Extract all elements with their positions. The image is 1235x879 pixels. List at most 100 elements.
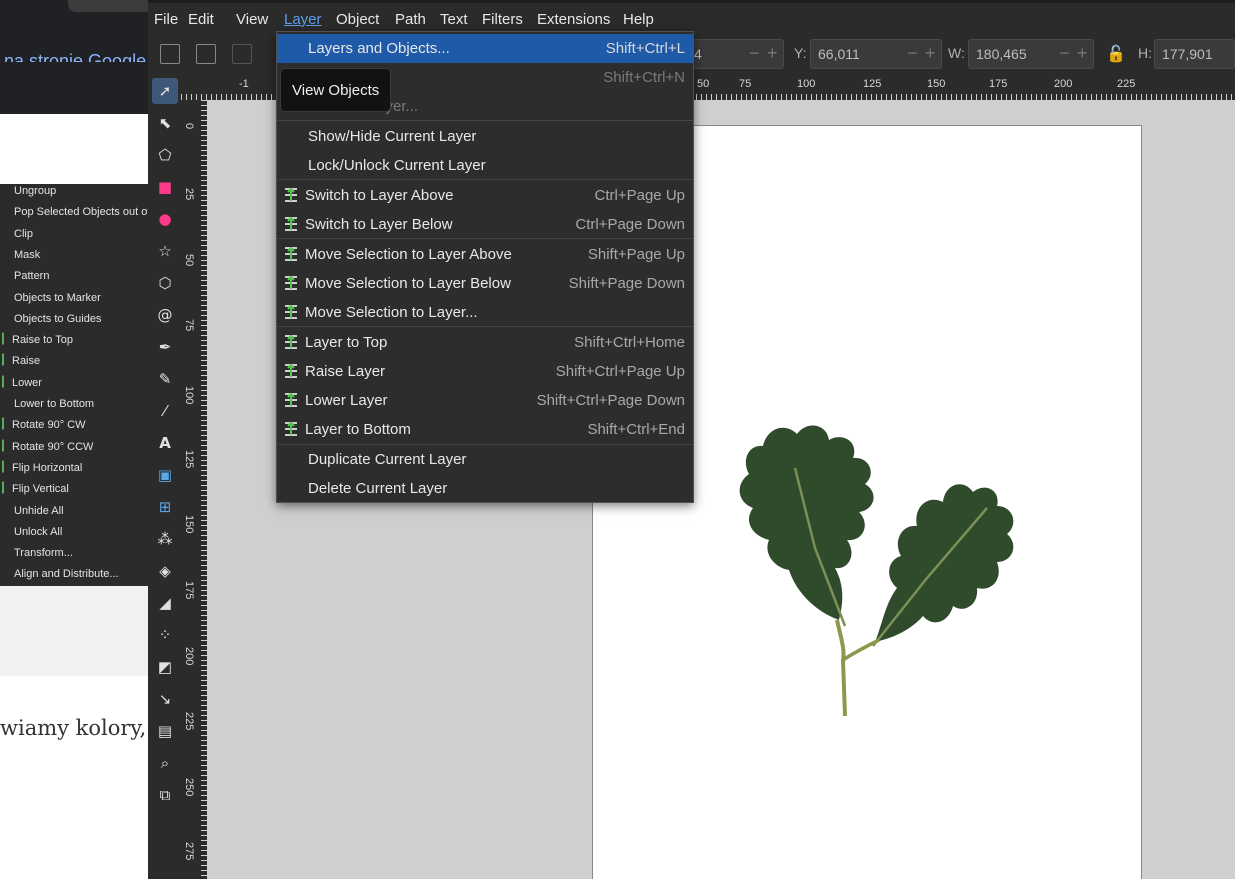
y-value: 66,011 bbox=[818, 46, 860, 62]
w-field[interactable]: 180,465 − + bbox=[968, 39, 1094, 69]
pages-tool-icon[interactable]: ▤ bbox=[152, 718, 178, 744]
layer-menu-item-shortcut: Shift+Ctrl+Page Down bbox=[536, 392, 685, 409]
context-menu-item-label: Lower to Bottom bbox=[14, 398, 95, 410]
h-field[interactable]: 177,901 bbox=[1154, 39, 1235, 69]
y-increment-button[interactable]: + bbox=[925, 43, 936, 64]
select-all-layers-icon[interactable] bbox=[196, 44, 216, 64]
text-tool-icon[interactable]: A bbox=[152, 430, 178, 456]
context-menu-item[interactable]: Align and Distribute... bbox=[0, 564, 150, 584]
browser-tab[interactable] bbox=[68, 0, 150, 12]
menu-file[interactable]: File bbox=[154, 11, 178, 28]
eraser-tool-icon[interactable]: ◩ bbox=[152, 654, 178, 680]
ruler-label: -1 bbox=[239, 78, 249, 90]
menu-edit[interactable]: Edit bbox=[188, 11, 214, 28]
context-menu-item[interactable]: Objects to Guides bbox=[0, 309, 150, 329]
menu-object[interactable]: Object bbox=[336, 11, 379, 28]
background-context-menu: Ungroup Pop Selected Objects out of Clip Ma… bbox=[0, 184, 150, 586]
context-menu-item[interactable]: Transform... bbox=[0, 543, 150, 563]
rectangle-tool-icon[interactable]: ■ bbox=[152, 174, 178, 200]
context-menu-item[interactable]: ┃ Raise to Top bbox=[0, 330, 150, 350]
vertical-ruler[interactable]: 0 25 50 75 100 125 150 175 200 225 250 275 bbox=[181, 100, 207, 879]
layer-menu-item-lock-unlock-current-layer[interactable]: Lock/Unlock Current Layer bbox=[277, 151, 693, 180]
context-menu-item[interactable]: Objects to Marker bbox=[0, 288, 150, 308]
mesh-tool-icon[interactable]: ⊞ bbox=[152, 494, 178, 520]
context-menu-item[interactable]: Pattern bbox=[0, 266, 150, 286]
layer-to-bottom-icon bbox=[285, 421, 297, 436]
layer-menu-item-show-hide-current-layer[interactable]: Show/Hide Current Layer bbox=[277, 122, 693, 151]
layer-menu-item-lower-layer[interactable]: Lower Layer Shift+Ctrl+Page Down bbox=[277, 386, 693, 415]
y-decrement-button[interactable]: − bbox=[907, 43, 918, 64]
ruler-label: 275 bbox=[183, 842, 195, 861]
left-leaf-blade bbox=[739, 425, 874, 620]
w-increment-button[interactable]: + bbox=[1077, 43, 1088, 64]
menu-text[interactable]: Text bbox=[440, 11, 468, 28]
ellipse-tool-icon[interactable]: ● bbox=[152, 206, 178, 232]
x-field[interactable]: 4 − + bbox=[686, 39, 784, 69]
y-field[interactable]: 66,011 − + bbox=[810, 39, 942, 69]
layer-menu-item-duplicate-current-layer[interactable]: Duplicate Current Layer bbox=[277, 445, 693, 474]
ruler-label: 125 bbox=[863, 78, 882, 90]
context-menu-item[interactable]: ┃ Lower bbox=[0, 373, 150, 393]
layer-menu-item-delete-current-layer[interactable]: Delete Current Layer bbox=[277, 474, 693, 503]
context-menu-item[interactable]: Mask bbox=[0, 245, 150, 265]
context-menu-item[interactable]: ┃ Raise bbox=[0, 351, 150, 371]
menu-layer[interactable]: Layer bbox=[284, 11, 322, 28]
oak-leaves-image[interactable] bbox=[697, 398, 1037, 718]
context-menu-item[interactable]: ┃ Rotate 90° CCW bbox=[0, 437, 150, 457]
zoom-tool-icon[interactable]: ⌕ bbox=[152, 750, 178, 776]
context-menu-item[interactable]: ┃ Flip Horizontal bbox=[0, 458, 150, 478]
3d-box-tool-icon[interactable]: ⬡ bbox=[152, 270, 178, 296]
selector-tool-icon[interactable]: ➚ bbox=[152, 78, 178, 104]
layer-menu-item-label: Move Selection to Layer... bbox=[305, 304, 478, 321]
calligraphy-tool-icon[interactable]: ⁄ bbox=[152, 398, 178, 424]
x-decrement-button[interactable]: − bbox=[749, 43, 760, 64]
shape-builder-tool-icon[interactable]: ⬠ bbox=[152, 142, 178, 168]
layer-menu-item-move-selection-to-layer-below[interactable]: Move Selection to Layer Below Shift+Page … bbox=[277, 269, 693, 298]
context-menu-item[interactable]: Unhide All bbox=[0, 501, 150, 521]
context-menu-item[interactable]: ┃ Rotate 90° CW bbox=[0, 415, 150, 435]
layer-menu-item-layer-to-top[interactable]: Layer to Top Shift+Ctrl+Home bbox=[277, 328, 693, 357]
layer-menu-item-label: Delete Current Layer bbox=[308, 480, 448, 497]
layer-menu-item-raise-layer[interactable]: Raise Layer Shift+Ctrl+Page Up bbox=[277, 357, 693, 386]
measure-tool-icon[interactable]: ⧉ bbox=[152, 782, 178, 808]
layer-menu-item-switch-to-layer-above[interactable]: Switch to Layer Above Ctrl+Page Up bbox=[277, 181, 693, 210]
x-value: 4 bbox=[694, 46, 702, 62]
lock-ratio-icon[interactable]: 🔓 bbox=[1106, 44, 1126, 63]
dropper-tool-icon[interactable]: ⁂ bbox=[152, 526, 178, 552]
context-menu-item[interactable]: Clip bbox=[0, 224, 150, 244]
context-menu-item[interactable]: Unlock All bbox=[0, 522, 150, 542]
deselect-icon[interactable] bbox=[232, 44, 252, 64]
paint-bucket-tool-icon[interactable]: ◈ bbox=[152, 558, 178, 584]
layer-menu-item-move-selection-to-layer-above[interactable]: Move Selection to Layer Above Shift+Page … bbox=[277, 240, 693, 269]
context-menu-item[interactable]: ┃ Flip Vertical bbox=[0, 479, 150, 499]
layer-menu-item-layers-and-objects[interactable]: Layers and Objects... Shift+Ctrl+L bbox=[277, 34, 693, 63]
layer-menu-item-move-selection-to-layer[interactable]: Move Selection to Layer... bbox=[277, 298, 693, 327]
context-menu-item[interactable]: Ungroup bbox=[0, 181, 150, 201]
menu-view[interactable]: View bbox=[236, 11, 268, 28]
spiral-tool-icon[interactable]: @ bbox=[152, 302, 178, 328]
context-menu-item[interactable]: Lower to Bottom bbox=[0, 394, 150, 414]
spray-tool-icon[interactable]: ⁘ bbox=[152, 622, 178, 648]
w-label: W: bbox=[948, 45, 965, 61]
context-menu-item-label: Pattern bbox=[14, 270, 50, 283]
pencil-tool-icon[interactable]: ✎ bbox=[152, 366, 178, 392]
layer-menu-item-label: Duplicate Current Layer bbox=[308, 451, 467, 468]
menu-filters[interactable]: Filters bbox=[482, 11, 523, 28]
layer-menu-item-shortcut: Shift+Page Down bbox=[568, 275, 685, 292]
select-all-icon[interactable] bbox=[160, 44, 180, 64]
star-tool-icon[interactable]: ☆ bbox=[152, 238, 178, 264]
gradient-tool-icon[interactable]: ▣ bbox=[152, 462, 178, 488]
connector-tool-icon[interactable]: ↘ bbox=[152, 686, 178, 712]
tweak-tool-icon[interactable]: ◢ bbox=[152, 590, 178, 616]
layer-menu-item-switch-to-layer-below[interactable]: Switch to Layer Below Ctrl+Page Down bbox=[277, 210, 693, 239]
layer-menu-item-layer-to-bottom[interactable]: Layer to Bottom Shift+Ctrl+End bbox=[277, 415, 693, 444]
pen-tool-icon[interactable]: ✒ bbox=[152, 334, 178, 360]
menu-help[interactable]: Help bbox=[623, 11, 654, 28]
node-tool-icon[interactable]: ⬉ bbox=[152, 110, 178, 136]
ruler-label: 225 bbox=[1117, 78, 1136, 90]
menu-extensions[interactable]: Extensions bbox=[537, 11, 610, 28]
context-menu-item[interactable]: Pop Selected Objects out of bbox=[0, 202, 150, 222]
menu-path[interactable]: Path bbox=[395, 11, 426, 28]
x-increment-button[interactable]: + bbox=[767, 43, 778, 64]
w-decrement-button[interactable]: − bbox=[1059, 43, 1070, 64]
